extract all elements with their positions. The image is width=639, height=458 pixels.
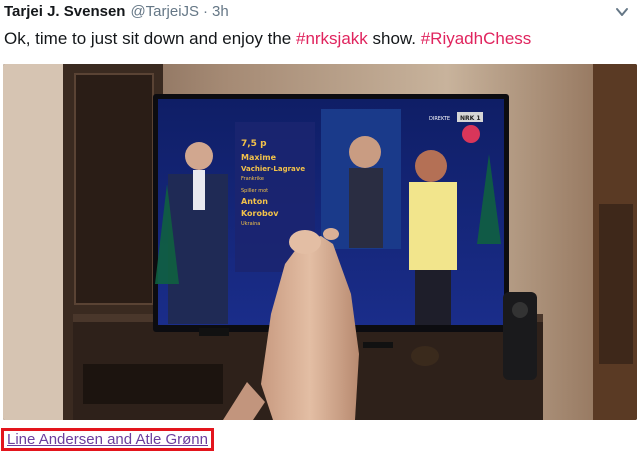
tweet-text-middle: show. <box>367 29 421 48</box>
photo-caption-box: Line Andersen and Atle Grønn <box>1 428 214 451</box>
overlay-player2-last: Korobov <box>241 209 279 218</box>
hashtag-nrksjakk[interactable]: #nrksjakk <box>296 29 368 48</box>
author-name[interactable]: Tarjei J. Svensen <box>4 3 125 20</box>
overlay-player1-country: Frankrike <box>241 176 264 182</box>
hashtag-riyadhchess[interactable]: #RiyadhChess <box>421 29 532 48</box>
tweet-timestamp[interactable]: 3h <box>212 3 229 20</box>
overlay-player1-first: Maxime <box>241 153 277 162</box>
overlay-player2-first: Anton <box>241 197 268 206</box>
tv-player-inset <box>321 109 401 249</box>
tweet-text: Ok, time to just sit down and enjoy the … <box>4 28 531 50</box>
overlay-channel: NRK 1 <box>460 115 481 122</box>
overlay-score: 7,5 p <box>241 139 267 149</box>
overlay-player2-country: Ukraina <box>241 221 260 227</box>
tweet-text-prefix: Ok, time to just sit down and enjoy the <box>4 29 296 48</box>
overlay-vs: Spiller mot <box>241 188 268 194</box>
separator-dot: · <box>203 3 209 20</box>
photo-scene: 7,5 p Maxime Vachier-Lagrave Frankrike S… <box>3 64 637 420</box>
chevron-down-icon[interactable] <box>615 6 629 18</box>
tweet-header: Tarjei J. Svensen @TarjeiJS · 3h <box>4 3 229 23</box>
photo-tag-caption[interactable]: Line Andersen and Atle Grønn <box>7 431 208 448</box>
tweet-photo[interactable]: 7,5 p Maxime Vachier-Lagrave Frankrike S… <box>3 64 637 420</box>
overlay-player1-last: Vachier-Lagrave <box>241 165 305 173</box>
overlay-live: DIREKTE <box>429 116 450 122</box>
channel-ball <box>462 125 480 143</box>
author-handle[interactable]: @TarjeiJS <box>130 3 199 20</box>
